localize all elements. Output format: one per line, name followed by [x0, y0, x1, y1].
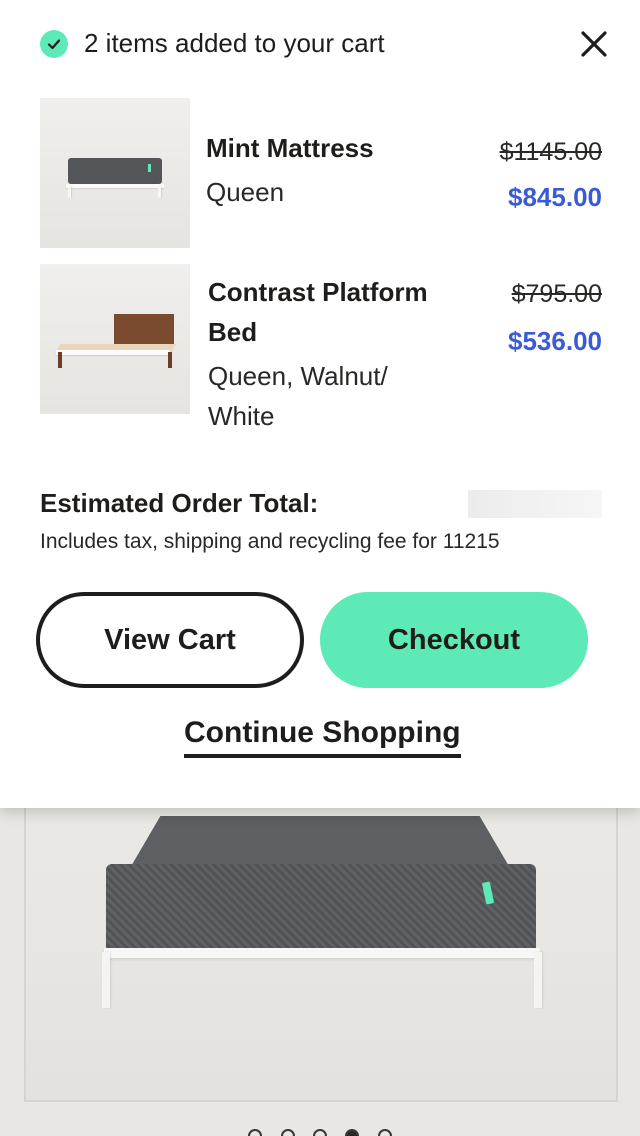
product-gallery — [0, 800, 640, 1136]
item-name-line1[interactable]: Contrast Platform — [208, 272, 428, 312]
thumb-frame — [66, 184, 164, 188]
thumb-tag — [148, 164, 151, 172]
item-name-line2[interactable]: Bed — [208, 312, 257, 352]
thumb-rail — [56, 350, 170, 355]
thumb-headboard — [114, 314, 174, 346]
thumb-leg — [158, 186, 161, 198]
bed-leg — [102, 952, 110, 1008]
mattress-top — [130, 816, 510, 868]
carousel-dot[interactable] — [280, 1129, 295, 1136]
price-original: $795.00 — [511, 280, 602, 308]
carousel-dot[interactable] — [313, 1129, 327, 1136]
carousel-dot[interactable] — [248, 1129, 263, 1136]
bed-leg — [534, 952, 542, 1008]
order-total-note: Includes tax, shipping and recycling fee… — [40, 530, 500, 553]
thumb-leg — [58, 352, 62, 368]
order-total-label: Estimated Order Total: — [40, 488, 319, 518]
price-sale: $536.00 — [508, 326, 602, 356]
carousel-dots — [0, 1129, 640, 1136]
close-icon[interactable] — [581, 30, 607, 62]
mattress-body — [106, 864, 536, 950]
carousel-dot-active[interactable] — [345, 1129, 360, 1136]
item-variant: Queen — [206, 177, 285, 207]
thumb-leg — [68, 186, 71, 198]
check-icon — [40, 29, 68, 58]
close-button[interactable] — [576, 28, 612, 64]
cart-item: Mint Mattress Queen $1145.00 $845.00 — [40, 98, 602, 248]
carousel-dot[interactable] — [377, 1129, 392, 1136]
modal-title: 2 items added to your cart — [84, 28, 385, 58]
item-variant-line2: White — [208, 401, 275, 431]
item-name[interactable]: Mint Mattress — [206, 128, 374, 168]
product-image[interactable] — [24, 800, 618, 1102]
bed-frame — [104, 948, 540, 958]
view-cart-button[interactable]: View Cart — [36, 592, 304, 688]
cart-item: Contrast Platform Bed Queen, Walnut/ Whi… — [40, 264, 602, 444]
price-original: $1145.00 — [499, 138, 602, 166]
continue-shopping-link[interactable]: Continue Shopping — [184, 716, 461, 758]
added-to-cart-modal: 2 items added to your cart Mint Mattress… — [0, 0, 640, 808]
order-total-loading — [468, 490, 602, 518]
thumb-leg — [168, 352, 172, 368]
modal-header: 2 items added to your cart — [40, 28, 385, 59]
item-thumbnail[interactable] — [40, 264, 190, 414]
checkout-button[interactable]: Checkout — [320, 592, 588, 688]
item-thumbnail[interactable] — [40, 98, 190, 248]
item-variant-line1: Queen, Walnut/ — [208, 361, 388, 391]
price-sale: $845.00 — [508, 182, 602, 212]
